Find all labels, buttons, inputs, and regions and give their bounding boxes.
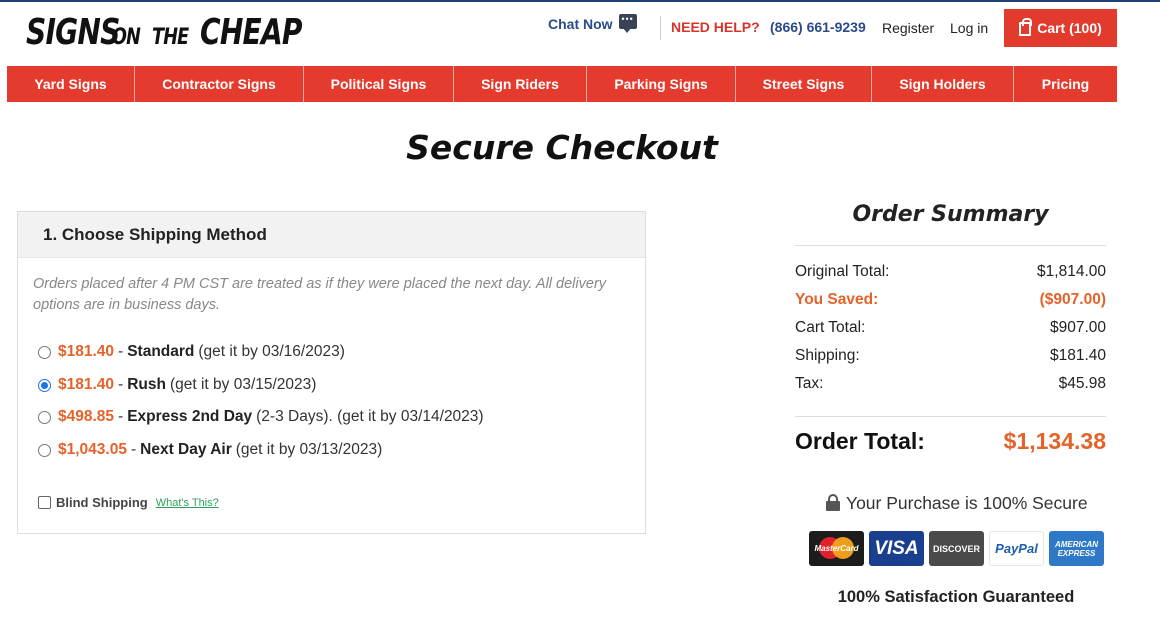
discover-text: DISCOVER [932, 543, 980, 554]
discover-icon: DISCOVER [929, 531, 984, 566]
separator: - [130, 441, 137, 458]
shipping-method-name: Standard [127, 343, 195, 360]
logo-word: CHEAP [200, 12, 302, 53]
blind-shipping-label[interactable]: Blind Shipping [56, 495, 148, 510]
need-help-label: NEED HELP? [671, 19, 760, 35]
shipping-method-name: Express 2nd Day [127, 408, 253, 425]
shipping-panel-heading: 1. Choose Shipping Method [18, 212, 645, 258]
summary-label: Tax: [795, 375, 824, 392]
amex-text: AMERICAN [1054, 539, 1099, 549]
summary-label: Shipping: [795, 347, 860, 364]
chat-now-link[interactable]: Chat Now ••• [548, 14, 637, 34]
separator: - [118, 408, 124, 425]
shipping-method-panel: 1. Choose Shipping Method Orders placed … [17, 211, 646, 534]
separator: - [118, 343, 124, 360]
shipping-option-rush[interactable]: $181.40 - Rush (get it by 03/15/2023) [38, 376, 316, 394]
shipping-method-detail: (2-3 Days). (get it by 03/14/2023) [256, 408, 484, 425]
summary-divider [795, 416, 1106, 417]
summary-row-original-total: Original Total: $1,814.00 [795, 263, 1106, 281]
site-logo[interactable]: SIGNS ON THE CHEAP [26, 12, 310, 56]
nav-parking-signs[interactable]: Parking Signs [587, 66, 736, 102]
shipping-radio[interactable] [38, 345, 51, 359]
summary-value: $181.40 [1049, 347, 1106, 364]
summary-label: You Saved: [795, 291, 879, 308]
summary-row-cart-total: Cart Total: $907.00 [795, 319, 1106, 337]
shipping-price: $181.40 [58, 343, 115, 360]
shipping-method-detail: (get it by 03/15/2023) [169, 376, 317, 393]
shipping-option-next-day-air[interactable]: $1,043.05 - Next Day Air (get it by 03/1… [38, 441, 382, 459]
shipping-method-name: Next Day Air [140, 441, 232, 458]
register-link[interactable]: Register [882, 20, 934, 36]
order-total-label: Order Total: [795, 428, 925, 454]
main-nav: Yard Signs Contractor Signs Political Si… [7, 66, 1117, 102]
phone-link[interactable]: (866) 661-9239 [770, 19, 866, 35]
shipping-method-detail: (get it by 03/16/2023) [198, 343, 345, 360]
summary-value: $1,814.00 [1037, 263, 1106, 280]
shipping-method-detail: (get it by 03/13/2023) [235, 441, 383, 458]
shipping-radio[interactable] [38, 443, 51, 457]
chat-now-label: Chat Now [548, 16, 613, 32]
lock-icon [826, 493, 840, 511]
order-total-value: $1,134.38 [1003, 428, 1106, 454]
summary-value: ($907.00) [1039, 291, 1106, 308]
nav-pricing[interactable]: Pricing [1014, 66, 1117, 102]
shipping-note: Orders placed after 4 PM CST are treated… [33, 276, 607, 313]
nav-yard-signs[interactable]: Yard Signs [7, 66, 135, 102]
paypal-icon: PayPal [989, 531, 1044, 566]
shipping-radio[interactable] [38, 378, 51, 392]
shipping-price: $181.40 [58, 376, 115, 393]
order-total-row: Order Total: $1,134.38 [795, 428, 1106, 455]
summary-row-you-saved: You Saved: ($907.00) [795, 291, 1106, 309]
login-link[interactable]: Log in [950, 20, 988, 36]
blind-shipping-option: Blind Shipping What's This? [38, 495, 219, 510]
payment-cards: MasterCard VISA DISCOVER PayPal AMERICAN… [809, 531, 1104, 566]
shipping-method-name: Rush [127, 376, 166, 393]
visa-text: VISA [874, 537, 919, 559]
satisfaction-guarantee: 100% Satisfaction Guaranteed [837, 588, 1075, 606]
summary-row-shipping: Shipping: $181.40 [795, 347, 1106, 365]
shipping-price: $498.85 [58, 408, 115, 425]
shipping-option-express[interactable]: $498.85 - Express 2nd Day (2-3 Days). (g… [38, 408, 484, 426]
summary-divider [795, 245, 1106, 246]
shipping-option-standard[interactable]: $181.40 - Standard (get it by 03/16/2023… [38, 343, 345, 361]
nav-sign-holders[interactable]: Sign Holders [872, 66, 1014, 102]
top-accent-line [0, 0, 1160, 2]
cart-label: Cart (100) [1037, 20, 1102, 36]
shipping-radio[interactable] [38, 410, 51, 424]
summary-value: $907.00 [1049, 319, 1106, 336]
logo-word: SIGNS [26, 12, 120, 53]
logo-word: THE [152, 25, 189, 50]
blind-shipping-checkbox[interactable] [38, 496, 51, 509]
summary-label: Original Total: [795, 263, 890, 280]
amex-icon: AMERICAN EXPRESS [1049, 531, 1104, 566]
summary-label: Cart Total: [795, 319, 866, 336]
nav-sign-riders[interactable]: Sign Riders [454, 66, 587, 102]
mastercard-icon: MasterCard [809, 531, 864, 566]
nav-contractor-signs[interactable]: Contractor Signs [135, 66, 304, 102]
header-divider [660, 16, 661, 40]
secure-purchase-note: Your Purchase is 100% Secure [826, 493, 1088, 514]
mastercard-text: MasterCard [814, 544, 859, 553]
shipping-price: $1,043.05 [58, 441, 127, 458]
whats-this-link[interactable]: What's This? [156, 497, 219, 509]
page-title: Secure Checkout [406, 128, 718, 167]
visa-icon: VISA [869, 531, 924, 566]
summary-value: $45.98 [1058, 375, 1106, 392]
nav-political-signs[interactable]: Political Signs [304, 66, 454, 102]
nav-street-signs[interactable]: Street Signs [736, 66, 872, 102]
shopping-bag-icon [1019, 18, 1033, 36]
logo-word: ON [112, 25, 141, 50]
separator: - [118, 376, 124, 393]
amex-text: EXPRESS [1057, 548, 1096, 558]
order-summary-title: Order Summary [852, 202, 1049, 227]
summary-row-tax: Tax: $45.98 [795, 375, 1106, 393]
secure-purchase-text: Your Purchase is 100% Secure [846, 493, 1088, 513]
chat-bubble-icon: ••• [618, 14, 637, 34]
paypal-text: PayPal [995, 541, 1038, 556]
cart-button[interactable]: Cart (100) [1004, 9, 1117, 47]
